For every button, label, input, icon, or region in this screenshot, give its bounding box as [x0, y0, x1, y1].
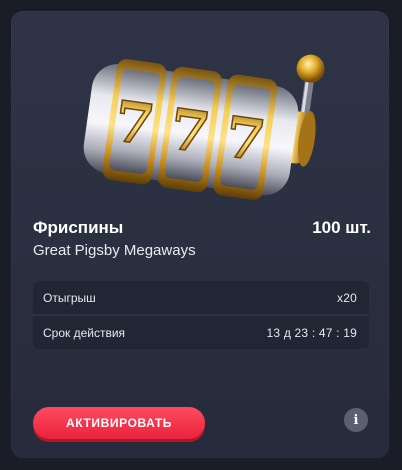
freespin-count: 100 шт. — [312, 218, 371, 237]
info-icon[interactable]: i — [344, 408, 368, 432]
expiry-label: Срок действия — [43, 325, 126, 340]
details-table: Отыгрыш x20 Срок действия 13 д 23 : 47 :… — [33, 281, 369, 349]
slot-machine-777-icon: 7 7 7 — [83, 54, 325, 200]
card-title: Фриспины — [33, 218, 124, 237]
activate-button[interactable]: АКТИВИРОВАТЬ — [33, 407, 205, 439]
wager-row: Отыгрыш x20 — [33, 281, 369, 314]
expiry-row: Срок действия 13 д 23 : 47 : 19 — [33, 316, 369, 349]
game-name: Great Pigsby Megaways — [33, 242, 196, 259]
freespins-card: 7 7 7 Фриспины 100 шт. Great Pigsby Mega… — [11, 11, 389, 458]
wager-label: Отыгрыш — [43, 290, 96, 305]
expiry-timer: 13 д 23 : 47 : 19 — [266, 325, 357, 340]
wager-value: x20 — [337, 290, 357, 305]
